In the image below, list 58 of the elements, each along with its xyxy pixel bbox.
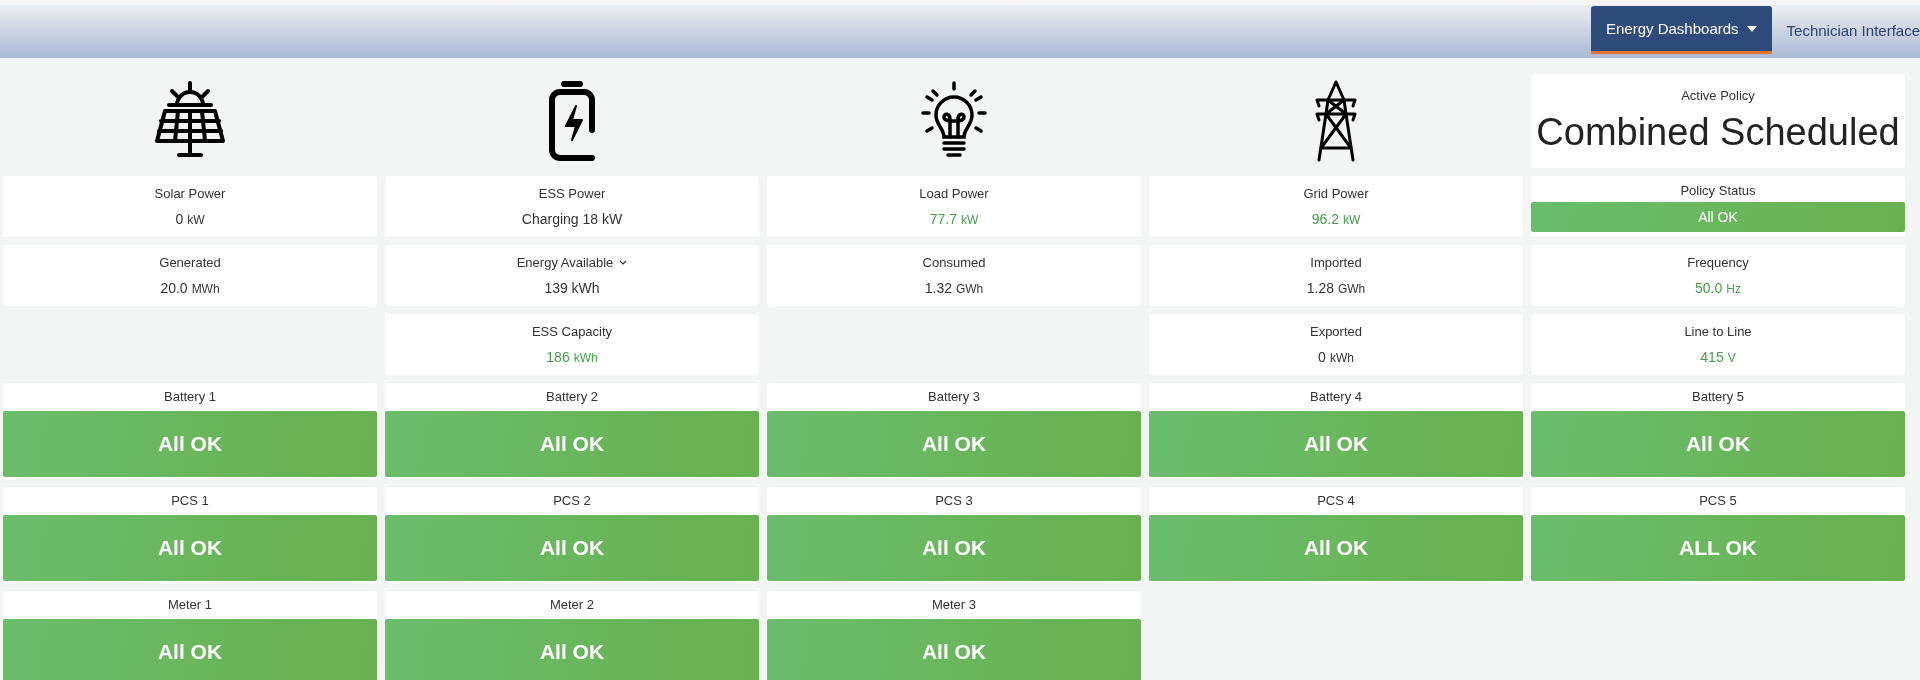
status-block: All OK [385, 515, 759, 581]
policy-title: Active Policy [1681, 88, 1755, 103]
status-block: All OK [767, 619, 1141, 680]
metric-value: 0 kWh [1318, 349, 1354, 365]
policy-value: Combined Scheduled [1536, 111, 1900, 154]
status-title: PCS 3 [934, 492, 974, 510]
status-title: Battery 5 [1691, 388, 1745, 406]
battery-charging-icon [546, 80, 598, 162]
status-title: Battery 3 [927, 388, 981, 406]
nav-button[interactable]: Energy Dashboards [1591, 6, 1772, 54]
metric-value: 1.32 GWh [924, 280, 984, 296]
status-block: All OK [1149, 515, 1523, 581]
metric-value: 139 kWh [544, 280, 600, 296]
status-title: PCS 5 [1698, 492, 1738, 510]
metric-label: Solar Power [154, 186, 226, 201]
status-block: All OK [385, 619, 759, 680]
metric-label: Policy Status [1680, 183, 1756, 198]
status-title: Battery 2 [545, 388, 599, 406]
power-pylon-icon [1313, 80, 1359, 162]
status-block: ALL OK [1531, 515, 1905, 581]
metric-label: Generated [159, 255, 221, 270]
status-block: All OK [1531, 411, 1905, 477]
status-block: All OK [767, 411, 1141, 477]
metric-value: 0 kW [175, 211, 205, 227]
metric-value: 20.0 MWh [160, 280, 220, 296]
metric-value: 186 kWh [546, 349, 598, 365]
metric-value: 77.7 kW [929, 211, 979, 227]
status-bar: All OK [1531, 202, 1905, 232]
metric-value: 50.0 Hz [1695, 280, 1741, 296]
metric-label: Exported [1309, 324, 1362, 339]
metric-label: Frequency [1687, 255, 1749, 270]
status-title: Meter 1 [166, 596, 214, 614]
metric-value: Charging 18 kW [521, 211, 623, 227]
status-block: All OK [3, 619, 377, 680]
nav-button[interactable]: Technician Interface [1771, 6, 1920, 54]
metric-label: Grid Power [1303, 186, 1369, 201]
status-block: All OK [3, 411, 377, 477]
metric-value: 415 V [1700, 349, 1736, 365]
metric-label: Load Power [919, 186, 989, 201]
status-block: All OK [385, 411, 759, 477]
status-block: All OK [767, 515, 1141, 581]
metric-label: Imported [1310, 255, 1362, 270]
status-title: Meter 2 [548, 596, 596, 614]
metric-value: 96.2 kW [1311, 211, 1361, 227]
status-title: Battery 4 [1309, 388, 1363, 406]
status-title: PCS 1 [170, 492, 210, 510]
status-title: PCS 4 [1316, 492, 1356, 510]
status-title: PCS 2 [552, 492, 592, 510]
status-title: Meter 3 [930, 596, 978, 614]
metric-label: Line to Line [1684, 324, 1752, 339]
status-title: Battery 1 [163, 388, 217, 406]
status-block: All OK [3, 515, 377, 581]
metric-label: ESS Power [538, 186, 606, 201]
status-block: All OK [1149, 411, 1523, 477]
metric-label: Energy Available [516, 255, 628, 270]
metric-label: ESS Capacity [531, 324, 613, 339]
metric-label: Consumed [922, 255, 986, 270]
metric-value: 1.28 GWh [1306, 280, 1366, 296]
